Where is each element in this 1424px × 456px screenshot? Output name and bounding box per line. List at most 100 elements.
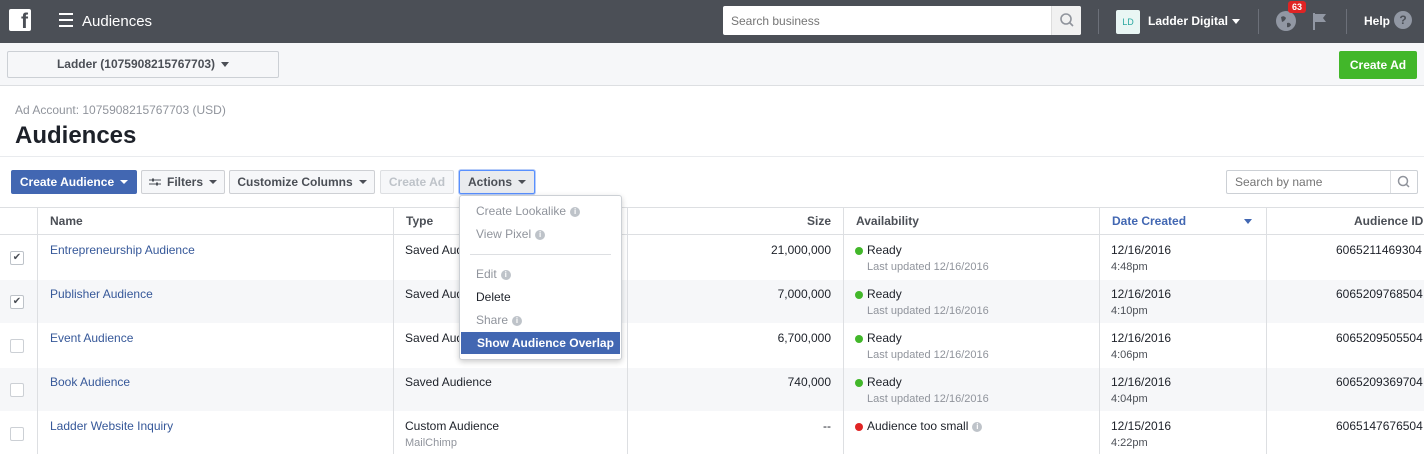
audience-type: Saved Audience xyxy=(405,375,492,389)
info-icon: i xyxy=(512,316,523,326)
availability-status: Audience too small i xyxy=(867,419,983,433)
info-icon: i xyxy=(570,207,581,217)
audience-id: 6065147676504 xyxy=(1336,419,1423,433)
search-button[interactable] xyxy=(1051,6,1081,35)
row-checkbox[interactable] xyxy=(10,427,24,441)
audience-size: 7,000,000 xyxy=(777,287,831,301)
search-by-name-input[interactable] xyxy=(1227,171,1387,193)
search-business-input[interactable] xyxy=(723,6,1043,35)
chevron-down-icon xyxy=(1232,19,1241,25)
audience-size: 740,000 xyxy=(787,375,831,389)
globe-notifications-icon[interactable] xyxy=(1276,11,1296,31)
chevron-down-icon xyxy=(209,180,217,184)
time-created: 4:10pm xyxy=(1111,305,1148,317)
menu-item-create-lookalike[interactable]: Create Lookalike i xyxy=(460,200,621,222)
audience-name-link[interactable]: Publisher Audience xyxy=(50,287,153,301)
date-created: 12/16/2016 xyxy=(1111,331,1172,345)
menu-item-edit[interactable]: Edit i xyxy=(460,263,621,285)
create-ad-button[interactable]: Create Ad xyxy=(1339,51,1417,79)
filters-button[interactable]: Filters xyxy=(141,170,225,194)
help-question-icon[interactable]: ? xyxy=(1394,11,1412,29)
column-header-date-created[interactable]: Date Created xyxy=(1099,208,1266,234)
column-divider xyxy=(393,235,394,454)
divider xyxy=(1258,9,1259,34)
audience-id: 6065209505504 xyxy=(1336,331,1423,345)
availability-status: Ready xyxy=(867,375,902,389)
sort-descending-icon xyxy=(1244,219,1252,224)
row-checkbox[interactable]: ✔ xyxy=(10,251,24,265)
availability-status: Ready xyxy=(867,243,902,257)
audience-name-link[interactable]: Event Audience xyxy=(50,331,133,345)
time-created: 4:06pm xyxy=(1111,349,1148,361)
help-link[interactable]: Help xyxy=(1364,14,1390,28)
business-account-switcher[interactable]: Ladder Digital xyxy=(1148,14,1241,28)
status-dot xyxy=(855,247,863,255)
ad-account-selector[interactable]: Ladder (1075908215767703) xyxy=(7,51,279,78)
table-row[interactable]: ✔ Entrepreneurship Audience Saved Audience… xyxy=(0,236,1424,280)
hamburger-menu-icon[interactable] xyxy=(59,13,73,27)
app-title[interactable]: Audiences xyxy=(82,13,152,30)
customize-columns-button[interactable]: Customize Columns xyxy=(229,170,375,194)
audience-name-link[interactable]: Entrepreneurship Audience xyxy=(50,243,195,257)
flag-icon[interactable] xyxy=(1311,11,1329,31)
filter-sliders-icon xyxy=(148,178,161,186)
date-created: 12/15/2016 xyxy=(1111,419,1172,433)
time-created: 4:22pm xyxy=(1111,437,1148,449)
column-header-availability[interactable]: Availability xyxy=(843,208,1099,234)
globe-icon xyxy=(1277,12,1295,30)
create-ad-toolbar-button[interactable]: Create Ad xyxy=(380,170,454,194)
availability-status: Ready xyxy=(867,331,902,345)
audience-source: MailChimp xyxy=(405,437,457,449)
menu-item-show-audience-overlap[interactable]: Show Audience Overlap xyxy=(461,332,620,354)
menu-separator xyxy=(470,254,611,255)
column-header-name[interactable]: Name xyxy=(37,208,393,234)
info-icon[interactable]: i xyxy=(972,422,983,432)
audience-id: 6065209768504 xyxy=(1336,287,1423,301)
search-icon xyxy=(1060,13,1074,27)
availability-last-updated: Last updated 12/16/2016 xyxy=(867,393,989,405)
table-row[interactable]: Ladder Website Inquiry Custom Audience Mai… xyxy=(0,412,1424,456)
account-avatar[interactable]: LD xyxy=(1116,10,1140,34)
menu-item-view-pixel[interactable]: View Pixel i xyxy=(460,223,621,245)
date-created: 12/16/2016 xyxy=(1111,287,1172,301)
divider xyxy=(0,156,1424,157)
search-business-box xyxy=(723,6,1081,35)
row-checkbox[interactable] xyxy=(10,339,24,353)
date-created: 12/16/2016 xyxy=(1111,243,1172,257)
menu-item-delete[interactable]: Delete xyxy=(460,286,621,308)
menu-item-share[interactable]: Share i xyxy=(460,309,621,331)
row-checkbox[interactable]: ✔ xyxy=(10,295,24,309)
audience-id: 6065211469304 xyxy=(1336,243,1422,257)
column-divider xyxy=(37,207,38,454)
ad-account-selector-label: Ladder (1075908215767703) xyxy=(56,57,216,71)
create-audience-button[interactable]: Create Audience xyxy=(11,170,137,194)
column-divider xyxy=(1266,235,1267,454)
audience-name-link[interactable]: Book Audience xyxy=(50,375,130,389)
table-row[interactable]: Event Audience Saved Audience 6,700,000 Rea… xyxy=(0,324,1424,368)
availability-status: Ready xyxy=(867,287,902,301)
column-header-size[interactable]: Size xyxy=(627,208,843,234)
business-account-name: Ladder Digital xyxy=(1148,14,1229,28)
table-row[interactable]: ✔ Publisher Audience Saved Audience 7,000,0… xyxy=(0,280,1424,324)
notification-count-badge: 63 xyxy=(1288,1,1307,13)
page-title: Audiences xyxy=(15,122,137,149)
top-navigation-bar: f Audiences LD Ladder Digital 63 Help ? xyxy=(0,0,1424,43)
row-checkbox[interactable] xyxy=(10,383,24,397)
chevron-down-icon xyxy=(120,180,129,184)
table-row[interactable]: Book Audience Saved Audience 740,000 Ready L… xyxy=(0,368,1424,412)
audience-id: 6065209369704 xyxy=(1336,375,1423,389)
facebook-logo-icon[interactable]: f xyxy=(9,9,31,31)
column-divider xyxy=(1099,235,1100,454)
column-header-audience-id[interactable]: Audience ID xyxy=(1266,208,1424,234)
info-icon: i xyxy=(535,230,546,240)
actions-dropdown-menu: Create Lookalike i View Pixel i Edit i Delete S… xyxy=(459,195,622,360)
actions-button[interactable]: Actions xyxy=(459,170,535,194)
time-created: 4:48pm xyxy=(1111,261,1148,273)
info-icon: i xyxy=(500,270,511,280)
availability-last-updated: Last updated 12/16/2016 xyxy=(867,305,989,317)
search-button[interactable] xyxy=(1390,171,1417,193)
audience-type: Custom Audience xyxy=(405,419,500,433)
audience-name-link[interactable]: Ladder Website Inquiry xyxy=(50,419,173,433)
divider xyxy=(1098,9,1099,34)
status-dot xyxy=(855,423,863,431)
